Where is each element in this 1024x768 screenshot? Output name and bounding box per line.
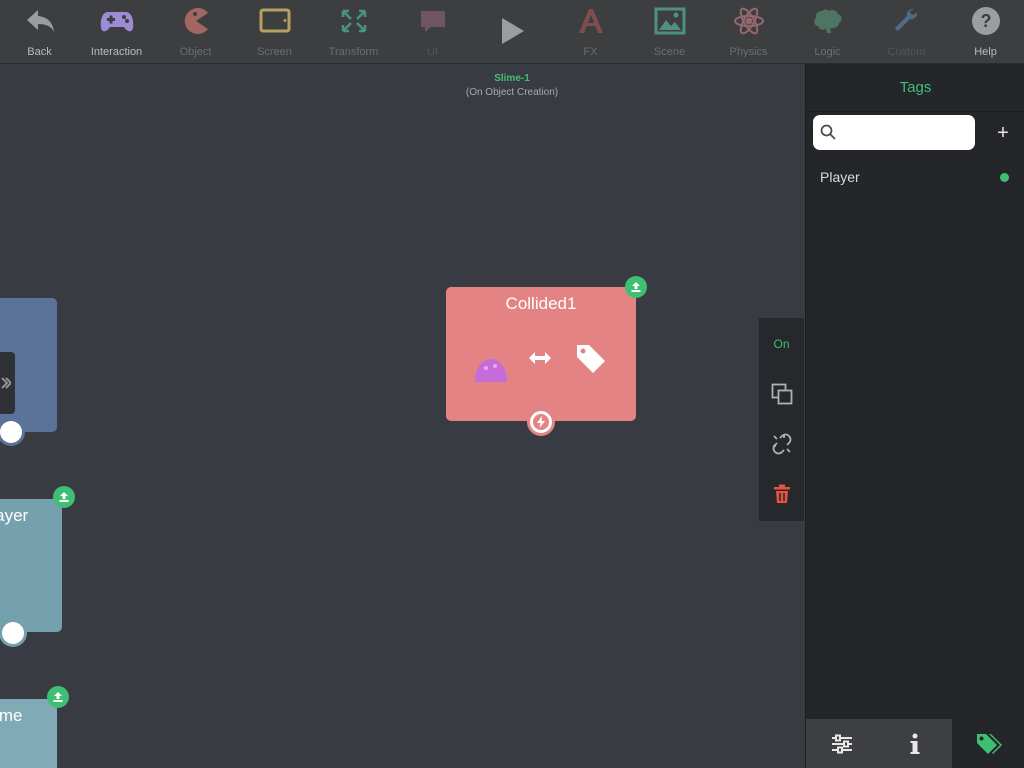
- toolbar-label: Interaction: [90, 46, 143, 58]
- toolbar-transform-button[interactable]: Transform: [314, 0, 393, 64]
- sliders-icon[interactable]: [806, 719, 878, 768]
- toolbar-back-button[interactable]: Back: [0, 0, 79, 64]
- behavior-node-blue[interactable]: [0, 298, 57, 432]
- upload-badge-icon[interactable]: [47, 686, 69, 708]
- back-arrow-icon: [0, 6, 79, 36]
- tags-panel: Tags + Player: [805, 64, 1024, 768]
- object-subtitle: (On Object Creation): [465, 87, 559, 98]
- toolbar-label: Scene: [653, 46, 686, 58]
- toolbar-label: FX: [583, 46, 598, 58]
- toolbar-physics-button[interactable]: Physics: [709, 0, 788, 64]
- behavior-node-slime[interactable]: Slime: [0, 699, 57, 768]
- search-icon: [820, 124, 836, 145]
- expand-arrows-icon: [314, 6, 393, 36]
- slime-icon: [473, 357, 509, 390]
- top-toolbar: Back Interaction Object Screen Transform…: [0, 0, 1024, 64]
- upload-badge-icon[interactable]: [625, 276, 647, 298]
- toolbar-ui-button[interactable]: UI: [393, 0, 472, 64]
- toolbar-label: Logic: [814, 46, 841, 58]
- toolbar-label: Screen: [257, 46, 292, 58]
- trigger-port-icon[interactable]: [527, 408, 555, 436]
- upload-badge-icon[interactable]: [53, 486, 75, 508]
- tag-status-dot: [1000, 173, 1009, 182]
- collided-node[interactable]: Collided1: [446, 287, 636, 421]
- toolbar-help-button[interactable]: ? Help: [946, 0, 1024, 64]
- tag-search-input[interactable]: [813, 115, 975, 150]
- atom-icon: [709, 6, 788, 36]
- tags-icon[interactable]: [952, 719, 1024, 768]
- add-tag-button[interactable]: +: [992, 122, 1014, 144]
- toolbar-label: Object: [179, 46, 212, 58]
- play-icon: [472, 16, 551, 46]
- toolbar-label: Back: [27, 46, 52, 58]
- toolbar-interaction-button[interactable]: Interaction: [77, 0, 156, 64]
- node-actions-panel: On: [759, 318, 804, 521]
- speech-bubble-icon: [393, 6, 472, 36]
- logic-canvas[interactable]: Slime-1 (On Object Creation) Player Slim…: [0, 64, 804, 768]
- copy-icon[interactable]: [759, 381, 804, 407]
- toolbar-scene-button[interactable]: Scene: [630, 0, 709, 64]
- toolbar-label: Transform: [328, 46, 379, 58]
- pacman-icon: [156, 6, 235, 36]
- toolbar-screen-button[interactable]: Screen: [235, 0, 314, 64]
- node-title: Collided1: [505, 294, 577, 313]
- toolbar-label: Physics: [729, 46, 768, 58]
- toolbar-fx-button[interactable]: FX: [551, 0, 630, 64]
- toolbar-play-button[interactable]: [472, 0, 551, 64]
- behavior-node-player[interactable]: Player: [0, 499, 62, 632]
- toolbar-label: Custom: [887, 46, 926, 58]
- toolbar-logic-button[interactable]: Logic: [788, 0, 867, 64]
- node-collapse-tab[interactable]: [0, 352, 15, 414]
- wrench-icon: [867, 6, 946, 36]
- toolbar-object-button[interactable]: Object: [156, 0, 235, 64]
- toolbar-label: Help: [974, 46, 997, 58]
- trash-icon[interactable]: [759, 481, 804, 507]
- svg-text:?: ?: [980, 11, 991, 31]
- gamepad-icon: [77, 6, 156, 36]
- unlink-icon[interactable]: [759, 431, 804, 457]
- image-icon: [630, 6, 709, 36]
- brain-icon: [788, 6, 867, 36]
- collision-arrows-icon: [528, 351, 552, 370]
- node-title: Slime: [0, 706, 23, 725]
- tag-label: Player: [820, 169, 860, 185]
- tag-list-item[interactable]: Player: [806, 164, 1024, 190]
- node-title: Player: [0, 506, 29, 525]
- object-title: Slime-1: [494, 73, 530, 84]
- node-output-port[interactable]: [0, 421, 22, 443]
- panel-title: Tags: [806, 64, 1024, 112]
- toolbar-custom-button[interactable]: Custom: [867, 0, 946, 64]
- tablet-screen-icon: [235, 6, 314, 36]
- chevron-right-icon: [0, 377, 11, 389]
- help-icon: ?: [946, 6, 1024, 36]
- toggle-on-button[interactable]: On: [759, 334, 804, 354]
- toolbar-label: UI: [427, 46, 438, 58]
- tag-icon: [574, 342, 608, 381]
- node-output-port[interactable]: [2, 622, 24, 644]
- info-icon[interactable]: [878, 719, 952, 768]
- fx-icon: [551, 6, 630, 36]
- panel-footer-tabs: [806, 719, 1024, 768]
